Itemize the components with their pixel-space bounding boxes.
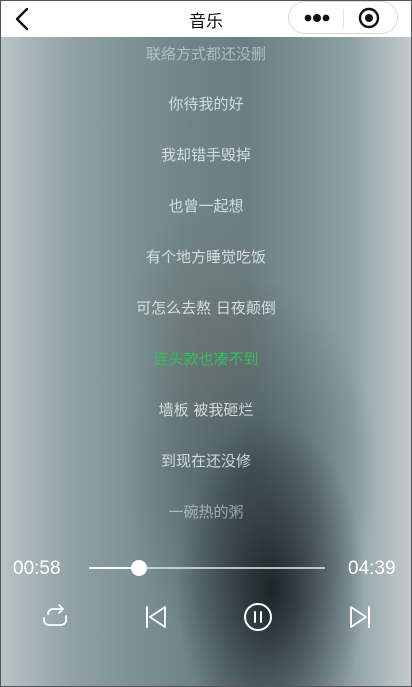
lyric-line: 联络方式都还没删 (145, 45, 266, 63)
lyric-line: 我却错手毁掉 (160, 146, 251, 164)
progress-track[interactable] (89, 560, 325, 576)
repeat-button[interactable] (40, 602, 70, 632)
total-time: 04:39 (348, 558, 396, 579)
more-dots-icon (304, 14, 330, 22)
pause-icon (244, 603, 272, 631)
player-screen: 音乐 联络方式都还没删 你待我的好 我却错手毁掉 也曾一起想 有个地方睡觉吃饭 … (0, 0, 412, 687)
lyric-line: 可怎么去熬 日夜颠倒 (136, 299, 276, 317)
lyric-line: 一碗热的粥 (168, 503, 244, 521)
lyric-line: 你待我的好 (168, 95, 244, 113)
lyrics-panel[interactable]: 联络方式都还没删 你待我的好 我却错手毁掉 也曾一起想 有个地方睡觉吃饭 可怎么… (1, 37, 411, 527)
more-button[interactable] (299, 6, 335, 30)
top-nav-bar: 音乐 (1, 1, 411, 37)
lyric-line: 到现在还没修 (160, 452, 251, 470)
lyric-line: 也曾一起想 (168, 197, 244, 215)
repeat-icon (43, 604, 67, 626)
lyric-line: 墙板 被我砸烂 (158, 401, 254, 419)
previous-button[interactable] (141, 602, 171, 632)
mini-program-capsule (288, 1, 398, 34)
pause-button[interactable] (243, 602, 273, 632)
lyric-line-active: 连头款也凑不到 (153, 350, 259, 368)
previous-track-icon (146, 606, 166, 628)
close-button[interactable] (355, 6, 383, 30)
capsule-divider (343, 9, 344, 28)
target-close-icon (358, 7, 380, 29)
next-button[interactable] (345, 602, 375, 632)
progress-thumb[interactable] (130, 560, 147, 576)
next-track-icon (350, 606, 370, 628)
lyric-line: 有个地方睡觉吃饭 (145, 248, 266, 266)
current-time: 00:58 (13, 558, 61, 579)
